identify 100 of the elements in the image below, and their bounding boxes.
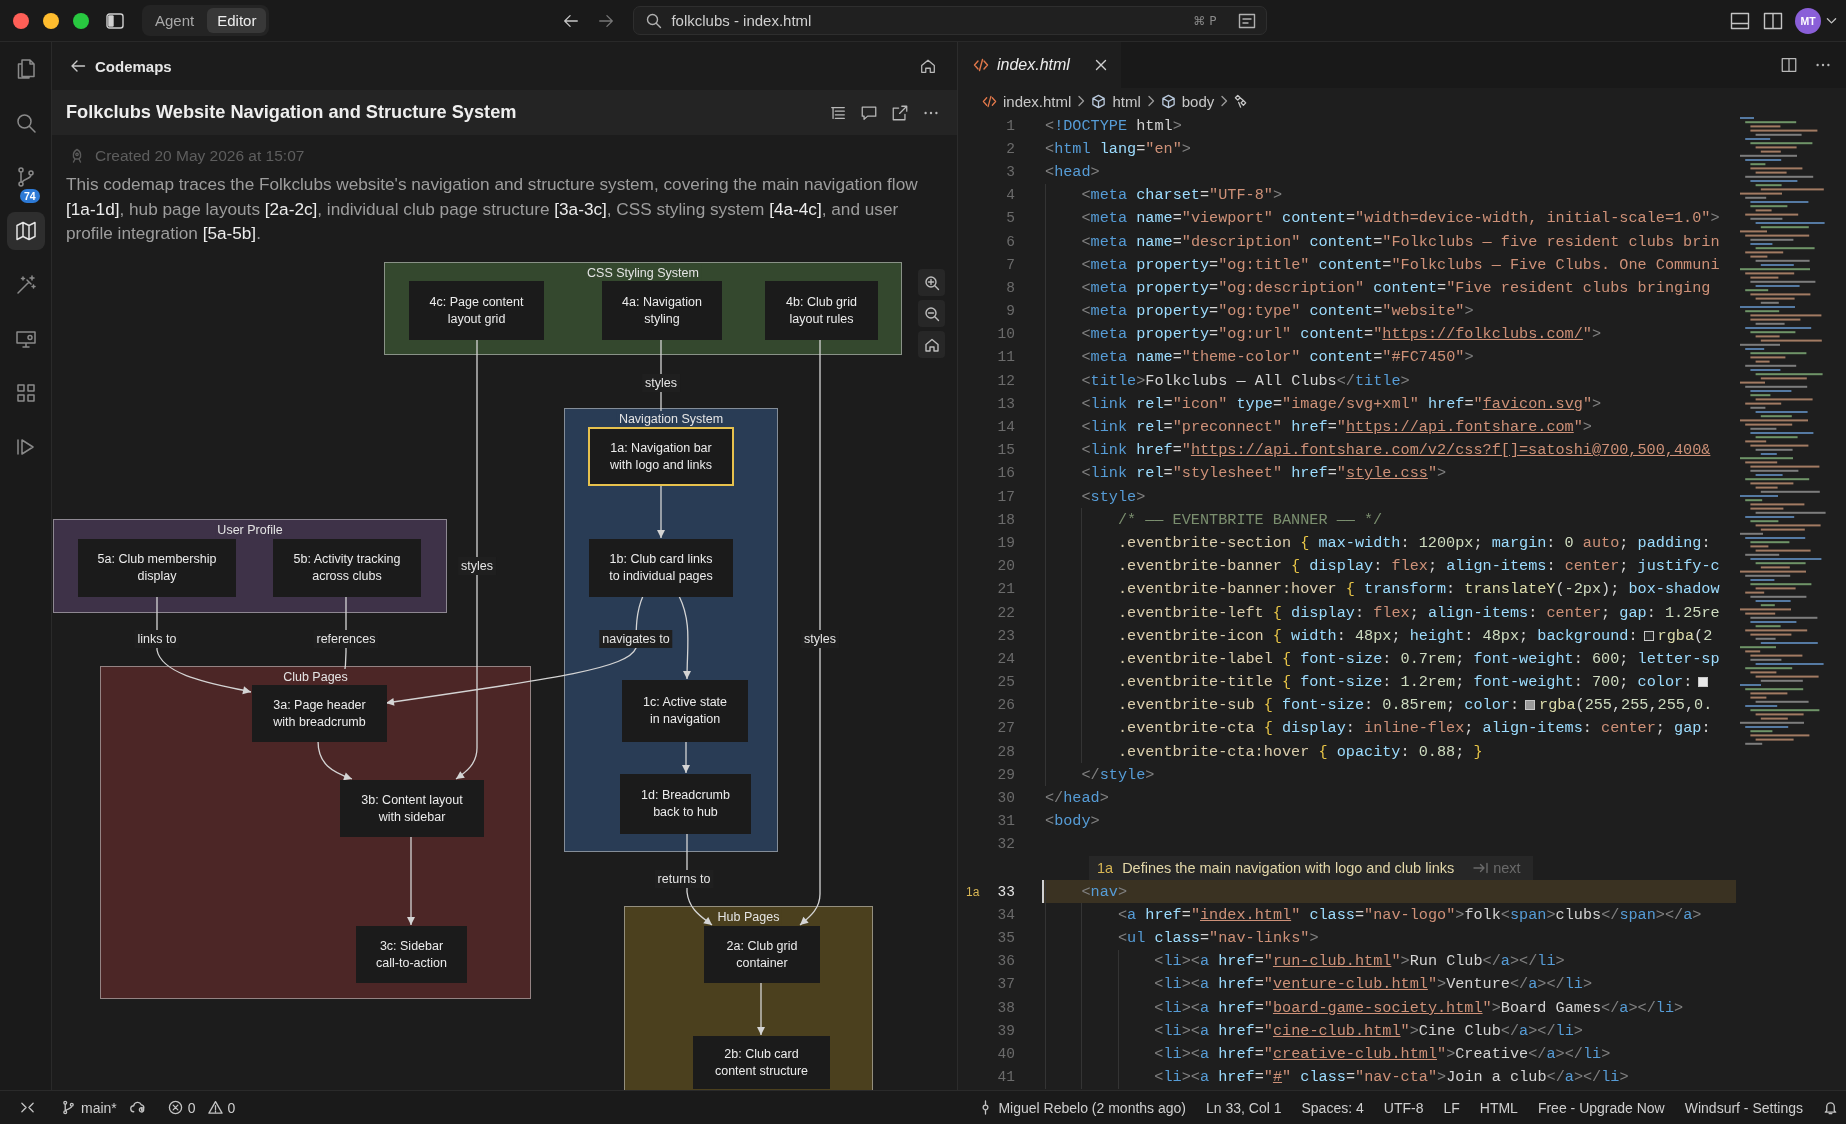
diagram-node[interactable]: 4b: Club grid layout rules [765, 281, 878, 340]
breadcrumb-item[interactable]: index.html [1003, 92, 1072, 110]
diagram-node[interactable]: 3b: Content layout with sidebar [340, 780, 484, 837]
caret-icon[interactable] [1826, 16, 1837, 25]
language-mode[interactable]: HTML [1479, 1099, 1518, 1116]
close-icon[interactable] [1095, 59, 1107, 71]
line-number: 27 [996, 720, 1015, 737]
home-icon[interactable] [919, 57, 937, 75]
indentation-setting[interactable]: Spaces: 4 [1301, 1099, 1364, 1116]
branch-button[interactable]: main* [61, 1099, 117, 1116]
annotation-tag: 1a [1097, 860, 1114, 876]
close-window-button[interactable] [13, 12, 29, 29]
line-number: 26 [996, 697, 1015, 714]
connector-arrow [657, 484, 665, 539]
created-date: Created 20 May 2026 at 15:07 [95, 147, 305, 165]
zoom-out-icon [923, 305, 940, 322]
code-text: <li><a href="cine-club.html">Cine Club</a></li> [1154, 1021, 1583, 1040]
chat-panel-icon[interactable] [1238, 12, 1257, 29]
diagram-node[interactable]: 2a: Club grid container [704, 926, 820, 983]
code-text: .eventbrite-title { font-size: 1.2rem; font-weight: 700; color: [1117, 673, 1693, 692]
connector-arrow [317, 740, 353, 781]
line-number: 38 [996, 999, 1015, 1016]
line-number: 6 [1005, 233, 1015, 250]
code-text: <meta property="og:type" content="website"> [1081, 302, 1474, 321]
mode-tab[interactable]: Editor [207, 8, 267, 33]
diagram-node[interactable]: 3a: Page header with breadcrumb [252, 685, 387, 742]
code-text: <html lang="en"> [1045, 139, 1191, 158]
count-badge: 74 [20, 189, 40, 203]
diagram-node[interactable]: 5a: Club membership display [78, 539, 236, 597]
cursor-position[interactable]: Ln 33, Col 1 [1206, 1099, 1282, 1116]
zoom-in-button[interactable] [918, 269, 945, 296]
line-number: 2 [1005, 140, 1015, 157]
line-number: 1 [1005, 117, 1015, 134]
code-text: <head> [1045, 162, 1100, 181]
code-text: /* —— EVENTBRITE BANNER —— */ [1117, 510, 1383, 529]
line-number: 3 [1005, 163, 1015, 180]
search-icon [646, 12, 663, 29]
code-text: </head> [1045, 789, 1109, 808]
breadcrumb-item[interactable]: body [1181, 92, 1215, 110]
code-text: <meta name="description" content="Folkclubs — five resident clubs brin [1081, 232, 1720, 251]
split-editor-icon[interactable] [1780, 56, 1798, 74]
diagram-node[interactable]: 3c: Sidebar call-to-action [356, 926, 467, 983]
code-text: <link rel="preconnect" href="https://api.fontshare.com"> [1081, 418, 1592, 437]
code-text: <ul class="nav-links"> [1117, 928, 1319, 947]
back-button[interactable]: Codemaps [70, 57, 172, 75]
zoom-out-button[interactable] [918, 300, 945, 327]
cube-icon [1160, 93, 1176, 109]
edge-label: navigates to [599, 630, 673, 648]
connector-arrow [757, 981, 765, 1036]
code-text: <li><a href="creative-club.html">Creative</a></li> [1154, 1044, 1611, 1063]
encoding-setting[interactable]: UTF-8 [1383, 1099, 1424, 1116]
diagram-node[interactable]: 1c: Active state in navigation [622, 680, 748, 742]
code-text: <meta name="theme-color" content="#FC7450"> [1081, 348, 1474, 367]
blame-info[interactable]: Miguel Rebelo (2 months ago) [978, 1099, 1186, 1116]
diagram-node[interactable]: 2b: Club card content structure [693, 1036, 830, 1089]
map-icon[interactable] [6, 212, 45, 250]
diagram-node[interactable]: 5b: Activity tracking across clubs [273, 539, 421, 597]
diagram-node[interactable]: 4a: Navigation styling [602, 281, 722, 340]
code-text: .eventbrite-sub { font-size: 0.85rem; color: [1117, 696, 1520, 715]
code-text: .eventbrite-icon { width: 48px; height: 48px; background: [1117, 626, 1638, 645]
settings-link[interactable]: Windsurf - Settings [1684, 1099, 1803, 1116]
line-number: 10 [996, 326, 1015, 343]
line-number: 12 [996, 372, 1015, 389]
bell-icon[interactable] [1823, 1100, 1838, 1115]
search-field[interactable]: folkclubs - index.html ⌘ P [633, 6, 1268, 35]
warnings-indicator[interactable]: 0 [207, 1099, 236, 1116]
line-ending-setting[interactable]: LF [1443, 1099, 1460, 1116]
code-text: .eventbrite-cta:hover { opacity: 0.88; } [1117, 742, 1483, 761]
user-avatar[interactable]: MT [1795, 7, 1821, 34]
chevron-icon [1220, 95, 1229, 107]
split-layout-icon[interactable] [1763, 11, 1783, 30]
code-text: <li><a href="venture-club.html">Venture</a></li> [1154, 975, 1593, 994]
code-text: .eventbrite-label { font-size: 0.7rem; font-weight: 600; letter-sp [1117, 649, 1720, 668]
line-number: 30 [996, 790, 1015, 807]
code-text: <li><a href="run-club.html">Run Club</a></li> [1154, 952, 1565, 971]
upgrade-link[interactable]: Free - Upgrade Now [1537, 1099, 1665, 1116]
zoom-window-button[interactable] [73, 12, 89, 29]
reset-view-button[interactable] [918, 331, 945, 358]
minimize-window-button[interactable] [43, 12, 59, 29]
sidebar-toggle-icon[interactable] [106, 12, 124, 29]
file-tab[interactable]: index.html [958, 42, 1121, 88]
diagram-node[interactable]: 1a: Navigation bar with logo and links [588, 427, 734, 486]
breadcrumb-item[interactable]: html [1112, 92, 1141, 110]
remote-icon[interactable] [20, 1100, 35, 1115]
errors-indicator[interactable]: 0 [167, 1099, 196, 1116]
mode-tab[interactable]: Agent [145, 8, 205, 33]
panel-layout-icon[interactable] [1730, 11, 1750, 30]
line-number: 18 [996, 511, 1015, 528]
code-text: <li><a href="board-game-society.html">Board Games</a></li> [1154, 998, 1684, 1017]
share-icon[interactable] [891, 103, 909, 122]
home-icon [923, 336, 940, 353]
tab-arrow-icon [1473, 862, 1490, 874]
group-title: Hub Pages [715, 909, 782, 925]
diagram-node[interactable]: 1d: Breadcrumb back to hub [620, 774, 751, 834]
line-number: 8 [1005, 279, 1015, 296]
line-number: 17 [996, 488, 1015, 505]
diagram-node[interactable]: 4c: Page content layout grid [409, 281, 544, 340]
annotation-text: Defines the main navigation with logo and club links [1122, 860, 1455, 876]
diagram-node[interactable]: 1b: Club card links to individual pages [589, 539, 733, 597]
cloud-sync-icon[interactable] [128, 1100, 146, 1115]
